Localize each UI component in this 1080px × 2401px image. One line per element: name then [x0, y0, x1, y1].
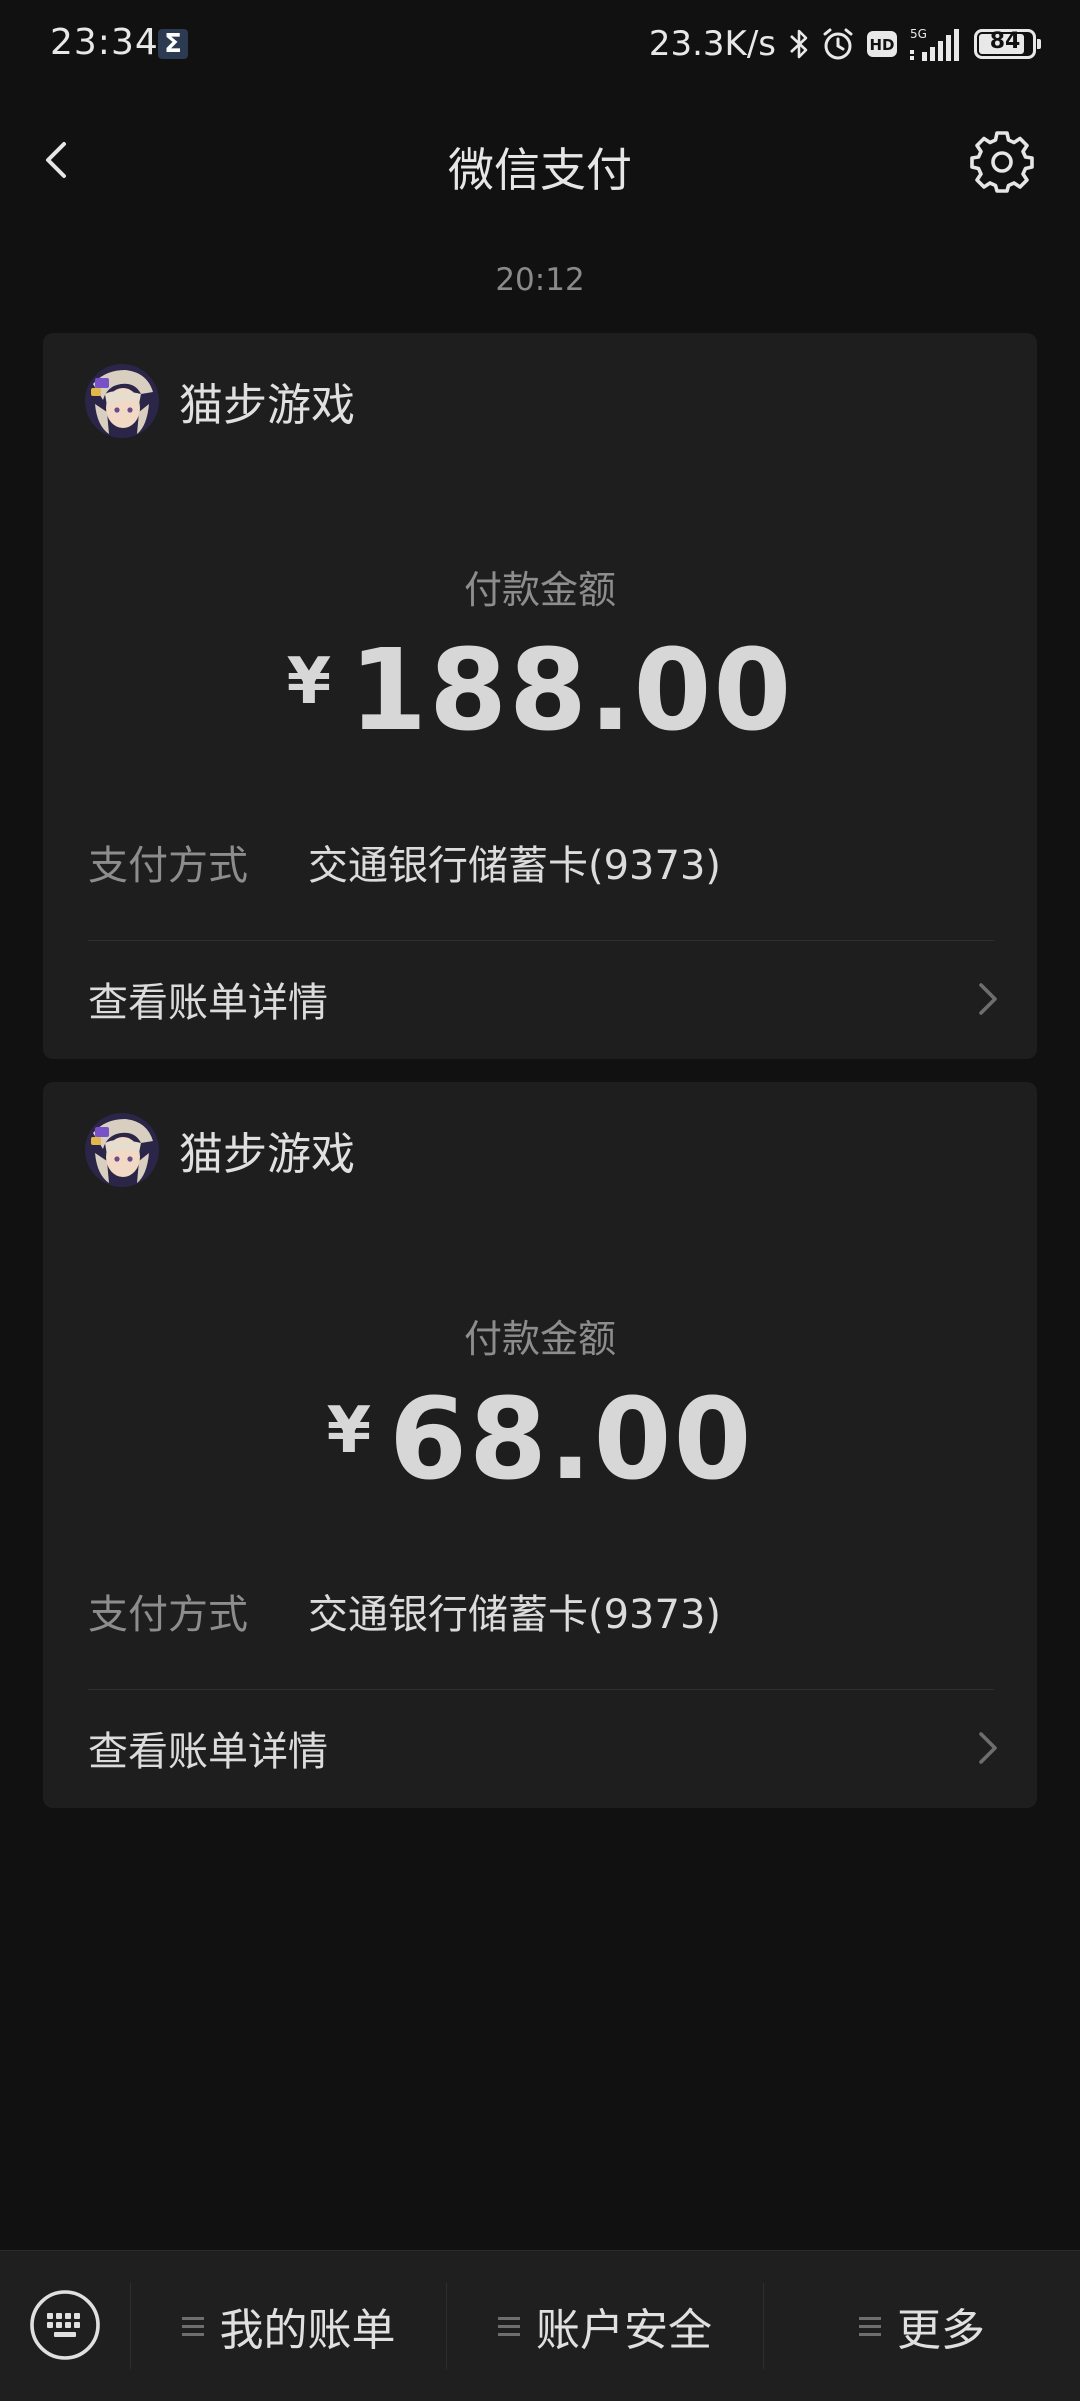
bottom-menu-bar: 我的账单 账户安全 更多	[0, 2250, 1080, 2401]
page-title: 微信支付	[448, 143, 632, 197]
menu-lines-icon	[859, 2312, 881, 2341]
currency-symbol: ¥	[326, 1394, 372, 1468]
menu-more[interactable]: 更多	[764, 2251, 1080, 2401]
menu-my-bills[interactable]: 我的账单	[131, 2251, 446, 2401]
avatar-image	[85, 364, 159, 438]
battery-icon: 84	[974, 29, 1041, 59]
merchant-avatar	[85, 1113, 159, 1187]
view-bill-details-label: 查看账单详情	[88, 1729, 328, 1775]
payment-method-row: 支付方式 交通银行储蓄卡(9373)	[88, 1582, 721, 1640]
payment-method-row: 支付方式 交通银行储蓄卡(9373)	[88, 833, 721, 891]
message-time: 20:12	[495, 262, 585, 298]
keyboard-icon	[30, 2290, 100, 2360]
settings-button[interactable]	[970, 130, 1034, 194]
menu-account-security[interactable]: 账户安全	[447, 2251, 763, 2401]
amount-row: ¥ 68.00	[43, 1375, 1037, 1505]
merchant-row: 猫步游戏	[85, 361, 355, 441]
network-label: 5G	[910, 27, 927, 41]
payment-card[interactable]: 猫步游戏 付款金额 ¥ 68.00 支付方式 交通银行储蓄卡(9373) 查看账…	[43, 1082, 1037, 1808]
chevron-right-icon	[979, 1732, 997, 1764]
chevron-right-icon	[979, 983, 997, 1015]
menu-lines-icon	[498, 2312, 520, 2341]
keyboard-toggle-button[interactable]	[28, 2288, 102, 2362]
avatar-image	[85, 1113, 159, 1187]
view-bill-details-button[interactable]: 查看账单详情	[88, 941, 1001, 1057]
signal-5g-icon: 5G	[910, 27, 959, 61]
gear-icon	[970, 131, 1034, 193]
bluetooth-icon	[790, 29, 808, 59]
hd-icon: HD	[867, 31, 897, 57]
alarm-icon	[823, 28, 853, 60]
amount-label: 付款金额	[463, 1317, 616, 1361]
merchant-name: 猫步游戏	[179, 380, 355, 431]
merchant-avatar	[85, 364, 159, 438]
payment-method-value: 交通银行储蓄卡(9373)	[308, 843, 722, 889]
menu-item-label: 我的账单	[219, 2305, 396, 2356]
status-time: 23:34	[50, 22, 159, 63]
amount-row: ¥ 188.00	[43, 626, 1037, 756]
network-speed: 23.3K/s	[648, 24, 776, 64]
currency-symbol: ¥	[286, 645, 332, 719]
nav-bar: 微信支付	[0, 100, 1080, 220]
sigma-icon: Σ	[158, 29, 188, 59]
amount-value: 68.00	[389, 1375, 754, 1505]
payment-card[interactable]: 猫步游戏 付款金额 ¥ 188.00 支付方式 交通银行储蓄卡(9373) 查看…	[43, 333, 1037, 1059]
menu-item-label: 更多	[897, 2305, 985, 2356]
payment-method-label: 支付方式	[88, 843, 248, 889]
view-bill-details-label: 查看账单详情	[88, 980, 328, 1026]
status-bar: 23:34 Σ 23.3K/s HD 5G 84	[0, 0, 1080, 90]
hd-label: HD	[869, 36, 894, 54]
merchant-name: 猫步游戏	[179, 1129, 355, 1180]
amount-label: 付款金额	[463, 568, 616, 612]
view-bill-details-button[interactable]: 查看账单详情	[88, 1690, 1001, 1806]
payment-method-label: 支付方式	[88, 1592, 248, 1638]
battery-level: 84	[989, 29, 1021, 54]
merchant-row: 猫步游戏	[85, 1110, 355, 1190]
menu-lines-icon	[181, 2312, 204, 2341]
menu-item-label: 账户安全	[536, 2305, 712, 2356]
status-right-group: 23.3K/s HD 5G 84	[648, 22, 1041, 66]
payment-method-value: 交通银行储蓄卡(9373)	[308, 1592, 722, 1638]
amount-value: 188.00	[349, 626, 794, 756]
